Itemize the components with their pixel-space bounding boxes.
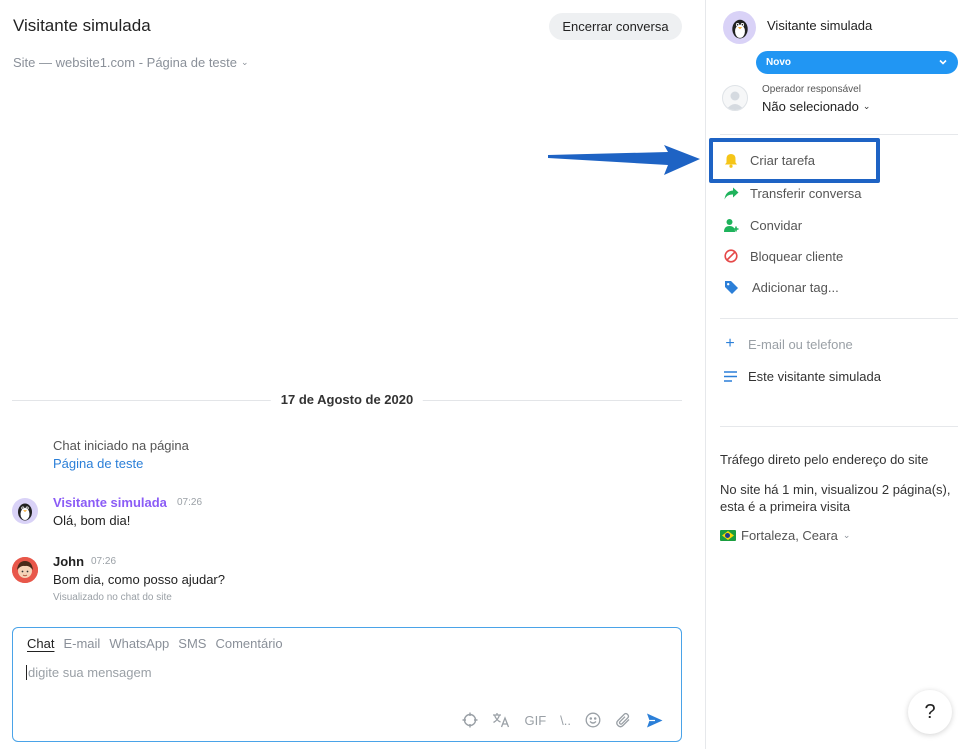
chevron-down-icon: ⌄ xyxy=(241,57,249,67)
chevron-down-icon: ⌄ xyxy=(862,101,871,111)
conversation-area: Visitante simulada Encerrar conversa Sit… xyxy=(0,0,705,749)
divider xyxy=(720,426,958,427)
message-author: Visitante simulada xyxy=(53,495,167,510)
chevron-down-icon xyxy=(939,59,947,65)
add-user-icon xyxy=(722,216,740,234)
visit-info: No site há 1 min, visualizou 2 página(s)… xyxy=(720,482,951,514)
message-time: 07:26 xyxy=(177,497,203,508)
tab-sms[interactable]: SMS xyxy=(178,636,206,651)
site-source-dropdown[interactable]: Site — website1.com - Página de teste ⌄ xyxy=(13,55,249,70)
divider xyxy=(720,134,958,135)
operator-label: Operador responsável xyxy=(762,84,861,95)
action-transfer[interactable]: Transferir conversa xyxy=(722,184,862,202)
date-separator: 17 de Agosto de 2020 xyxy=(12,392,682,410)
contact-placeholder: E-mail ou telefone xyxy=(748,336,853,352)
action-create-task[interactable]: Criar tarefa xyxy=(722,151,815,169)
status-dropdown[interactable]: Novo xyxy=(756,51,958,74)
operator-value: Não selecionado xyxy=(762,99,859,114)
visitor-note-text: Este visitante simulada xyxy=(748,368,881,384)
tab-comment[interactable]: Comentário xyxy=(215,636,282,651)
chevron-down-icon: ⌄ xyxy=(842,530,851,540)
site-source-label: Site — website1.com - Página de teste xyxy=(13,55,238,70)
divider xyxy=(720,318,958,319)
visitor-name: Visitante simulada xyxy=(767,18,873,33)
emoji-icon[interactable] xyxy=(585,711,601,729)
action-block-client[interactable]: Bloquear cliente xyxy=(722,247,843,265)
visitor-note[interactable]: Este visitante simulada xyxy=(722,368,881,384)
end-conversation-button[interactable]: Encerrar conversa xyxy=(549,13,682,40)
location-label: Fortaleza, Ceara xyxy=(741,528,838,543)
channel-tabs: Chat E-mail WhatsApp SMS Comentário xyxy=(27,636,283,651)
tab-chat[interactable]: Chat xyxy=(27,636,54,651)
traffic-source: Tráfego direto pelo endereço do site xyxy=(720,452,929,467)
bell-icon xyxy=(722,151,740,169)
composer-toolbar: GIF \.. xyxy=(462,711,663,729)
user-placeholder-icon xyxy=(722,85,748,111)
message-input[interactable] xyxy=(26,665,666,680)
penguin-avatar xyxy=(12,498,38,524)
tag-icon xyxy=(722,278,740,296)
page-link[interactable]: Página de teste xyxy=(53,456,143,471)
action-label: Bloquear cliente xyxy=(750,248,844,264)
annotation-arrow xyxy=(548,145,700,175)
action-label: Convidar xyxy=(750,217,803,233)
action-add-tag[interactable]: Adicionar tag... xyxy=(722,278,839,296)
share-arrow-icon xyxy=(722,184,740,202)
message-text: Bom dia, como posso ajudar? xyxy=(53,572,225,587)
penguin-avatar xyxy=(723,11,756,44)
tab-whatsapp[interactable]: WhatsApp xyxy=(109,636,169,651)
system-message: Chat iniciado na página xyxy=(53,438,189,453)
message-composer: Chat E-mail WhatsApp SMS Comentário GIF … xyxy=(12,627,682,742)
shortcut-button[interactable]: \.. xyxy=(560,711,571,729)
translate-icon[interactable] xyxy=(492,711,510,729)
visitor-panel: Visitante simulada Novo Operador respons… xyxy=(705,0,975,749)
block-icon xyxy=(722,247,740,265)
operator-dropdown[interactable]: Não selecionado ⌄ xyxy=(762,99,870,114)
contact-input[interactable]: + E-mail ou telefone xyxy=(722,335,853,352)
help-button[interactable]: ? xyxy=(908,690,952,734)
action-label: Adicionar tag... xyxy=(752,279,839,295)
gif-button[interactable]: GIF xyxy=(524,711,546,729)
paperclip-icon[interactable] xyxy=(615,711,632,729)
conversation-title: Visitante simulada xyxy=(13,16,151,35)
action-invite[interactable]: Convidar xyxy=(722,216,802,234)
message-author: John xyxy=(53,554,85,569)
status-label: Novo xyxy=(766,57,791,68)
brazil-flag-icon xyxy=(720,530,736,541)
date-label: 17 de Agosto de 2020 xyxy=(270,392,424,407)
seen-status: Visualizado no chat do site xyxy=(53,592,172,603)
operator-avatar xyxy=(12,557,38,583)
send-icon[interactable] xyxy=(646,711,663,729)
crosshair-icon[interactable] xyxy=(462,711,478,729)
action-label: Transferir conversa xyxy=(750,185,862,201)
message-time: 07:26 xyxy=(91,556,117,567)
action-label: Criar tarefa xyxy=(750,152,816,168)
location-dropdown[interactable]: Fortaleza, Ceara ⌄ xyxy=(720,528,850,543)
plus-icon: + xyxy=(725,335,735,352)
message-text: Olá, bom dia! xyxy=(53,513,131,528)
tab-email[interactable]: E-mail xyxy=(63,636,100,651)
notes-icon xyxy=(722,368,738,384)
